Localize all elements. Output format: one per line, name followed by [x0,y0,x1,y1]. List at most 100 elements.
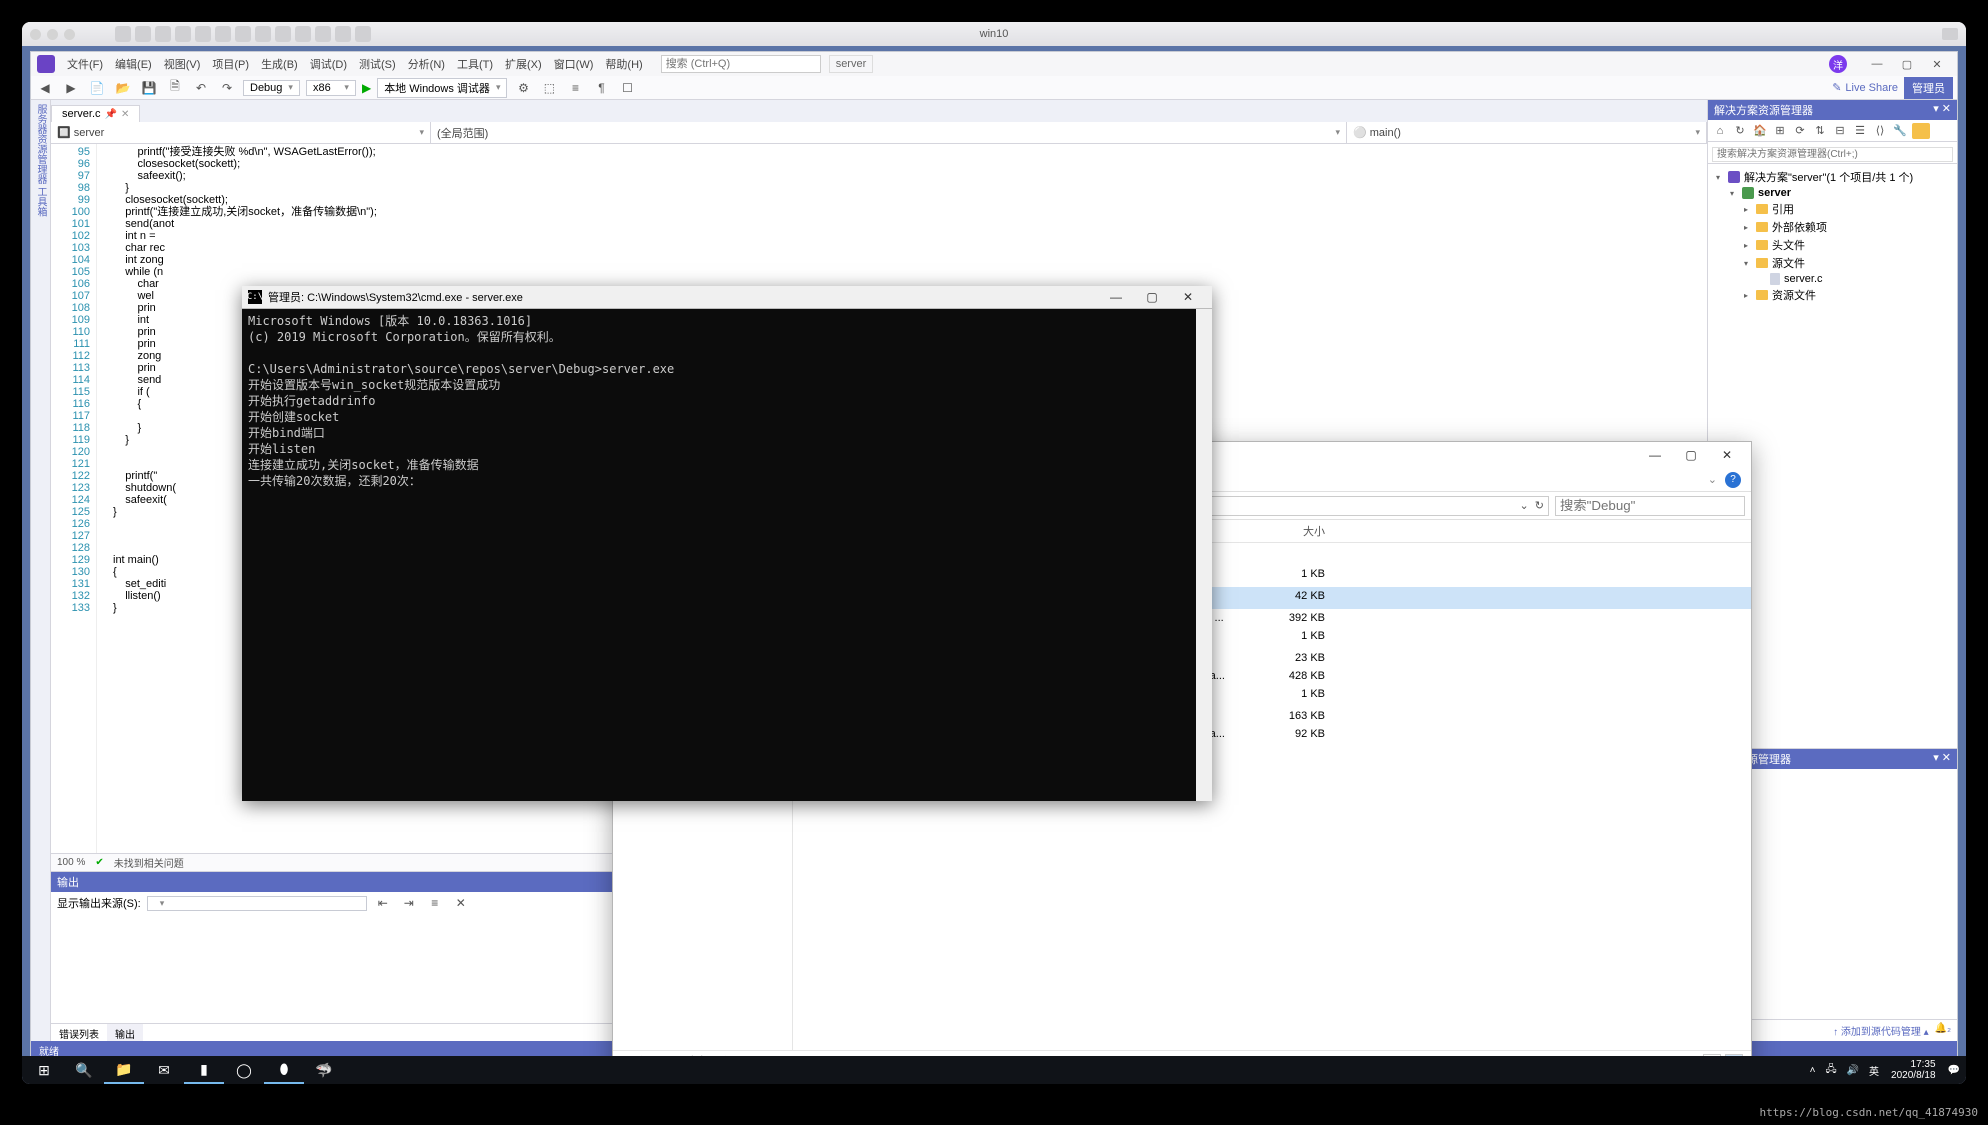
home-icon[interactable]: ⌂ [1712,123,1728,139]
toolbar-icon[interactable]: ⬚ [539,79,559,97]
minimize-button[interactable]: — [1863,55,1891,73]
tree-row[interactable]: ▸ 资源文件 [1712,286,1953,304]
close-button[interactable]: ✕ [1709,448,1745,462]
toolbar-icon[interactable]: ⟨⟩ [1872,123,1888,139]
toolbar-icon[interactable]: ⚙ [513,79,533,97]
toolbar-icon[interactable] [195,26,211,42]
save-icon[interactable]: 💾 [139,79,159,97]
menu-item[interactable]: 项目(P) [206,59,255,71]
navbar-global[interactable]: (全局范围) [431,122,1347,143]
tree-row[interactable]: ▸ 引用 [1712,200,1953,218]
minimize-button[interactable]: — [1098,290,1134,304]
open-icon[interactable]: 📂 [113,79,133,97]
output-tab[interactable]: 输出 [107,1024,143,1041]
col-size[interactable]: 大小 [1253,520,1333,542]
toolbar-icon[interactable] [355,26,371,42]
user-avatar[interactable]: 洋 [1829,55,1847,73]
menu-item[interactable]: 窗口(W) [548,59,600,71]
toolbar-icon[interactable]: ☰ [1852,123,1868,139]
cmd-titlebar[interactable]: C:\ 管理员: C:\Windows\System32\cmd.exe - s… [242,286,1212,309]
wireshark-icon[interactable]: 🦈 [304,1056,344,1084]
mac-max-dot[interactable] [64,29,75,40]
toolbar-icon[interactable]: ☐ [617,79,637,97]
solution-search-input[interactable] [1712,147,1953,162]
toolbar-icon[interactable]: ≡ [425,894,445,912]
menu-item[interactable]: 编辑(E) [109,59,158,71]
toolbar-icon[interactable] [235,26,251,42]
saveall-icon[interactable]: 🗎 [165,79,185,97]
file-tab[interactable]: server.c 📌 ✕ [51,105,140,122]
cmd-taskbar-icon[interactable]: ▮ [184,1056,224,1084]
network-icon[interactable]: 🖧 [1821,1062,1840,1079]
navbar-member[interactable]: ⚪ main() [1347,122,1707,143]
toolbar-icon[interactable] [335,26,351,42]
system-clock[interactable]: 17:352020/8/18 [1885,1059,1942,1081]
menu-item[interactable]: 测试(S) [353,59,402,71]
help-icon[interactable]: ? [1725,472,1741,488]
tree-row[interactable]: ▸ 头文件 [1712,236,1953,254]
toolbar-icon[interactable] [115,26,131,42]
config-dropdown[interactable]: Debug [243,80,300,96]
menu-item[interactable]: 分析(N) [402,59,451,71]
left-toolstrip[interactable]: 服务器资源管理器 工具箱 [31,100,51,1041]
minimize-button[interactable]: — [1637,448,1673,462]
wrench-icon[interactable]: 🔧 [1892,123,1908,139]
mac-right-icon[interactable] [1942,28,1958,40]
toolbar-icon[interactable] [1912,123,1930,139]
cmd-output[interactable]: Microsoft Windows [版本 10.0.18363.1016] (… [242,309,1212,801]
notify-icon[interactable]: 🔔₂ [1935,1023,1951,1038]
toolbar-icon[interactable]: 🏠 [1752,123,1768,139]
back-icon[interactable]: ◀ [35,79,55,97]
vs-search-input[interactable] [661,55,821,73]
tree-row[interactable]: ▾ 源文件 [1712,254,1953,272]
close-button[interactable]: ✕ [1923,55,1951,73]
mail-icon[interactable]: ✉ [144,1056,184,1084]
platform-dropdown[interactable]: x86 [306,80,356,96]
maximize-button[interactable]: ▢ [1893,55,1921,73]
toolbar-icon[interactable]: ¶ [591,79,611,97]
mac-close-dot[interactable] [30,29,41,40]
output-tab[interactable]: 错误列表 [51,1024,107,1041]
close-tab-icon[interactable]: ✕ [121,109,129,120]
new-icon[interactable]: 📄 [87,79,107,97]
toolbar-icon[interactable] [295,26,311,42]
notifications-icon[interactable]: 💬 [1944,1065,1964,1076]
pin-icon[interactable]: 📌 [105,109,117,120]
toolbar-icon[interactable] [275,26,291,42]
toolbar-icon[interactable]: ✕ [451,894,471,912]
toolbar-icon[interactable] [175,26,191,42]
toolbar-icon[interactable]: ≡ [565,79,585,97]
mac-min-dot[interactable] [47,29,58,40]
menu-item[interactable]: 文件(F) [61,59,109,71]
menu-item[interactable]: 调试(D) [304,59,353,71]
toolbar-icon[interactable] [215,26,231,42]
search-icon[interactable]: 🔍 [64,1056,104,1084]
refresh-icon[interactable]: ↻ [1732,123,1748,139]
toolbar-icon[interactable] [135,26,151,42]
toolbar-icon[interactable] [315,26,331,42]
live-share-button[interactable]: ✎ Live Share [1832,81,1898,94]
undo-icon[interactable]: ↶ [191,79,211,97]
tree-row[interactable]: server.c [1712,272,1953,286]
ime-indicator[interactable]: 英 [1865,1063,1883,1078]
forward-icon[interactable]: ▶ [61,79,81,97]
toolbar-icon[interactable]: ⊞ [1772,123,1788,139]
tree-row[interactable]: ▾ 解决方案"server"(1 个项目/共 1 个) [1712,168,1953,186]
close-button[interactable]: ✕ [1170,290,1206,304]
toolbar-icon[interactable] [255,26,271,42]
menu-item[interactable]: 工具(T) [451,59,499,71]
navbar-scope[interactable]: 🔲 server [51,122,431,143]
zoom-level[interactable]: 100 % [57,857,85,868]
volume-icon[interactable]: 🔊 [1843,1065,1863,1076]
redo-icon[interactable]: ↷ [217,79,237,97]
toolbar-icon[interactable]: ⇅ [1812,123,1828,139]
start-debug-icon[interactable]: ▶ [362,81,371,95]
file-explorer-icon[interactable]: 📁 [104,1056,144,1084]
output-source-dropdown[interactable] [147,896,367,911]
sync-icon[interactable]: ⟳ [1792,123,1808,139]
menu-item[interactable]: 视图(V) [158,59,207,71]
tray-chevron-icon[interactable]: ˄ [1806,1065,1820,1076]
menu-item[interactable]: 帮助(H) [599,59,648,71]
toolbar-icon[interactable]: ⇥ [399,894,419,912]
maximize-button[interactable]: ▢ [1673,448,1709,462]
